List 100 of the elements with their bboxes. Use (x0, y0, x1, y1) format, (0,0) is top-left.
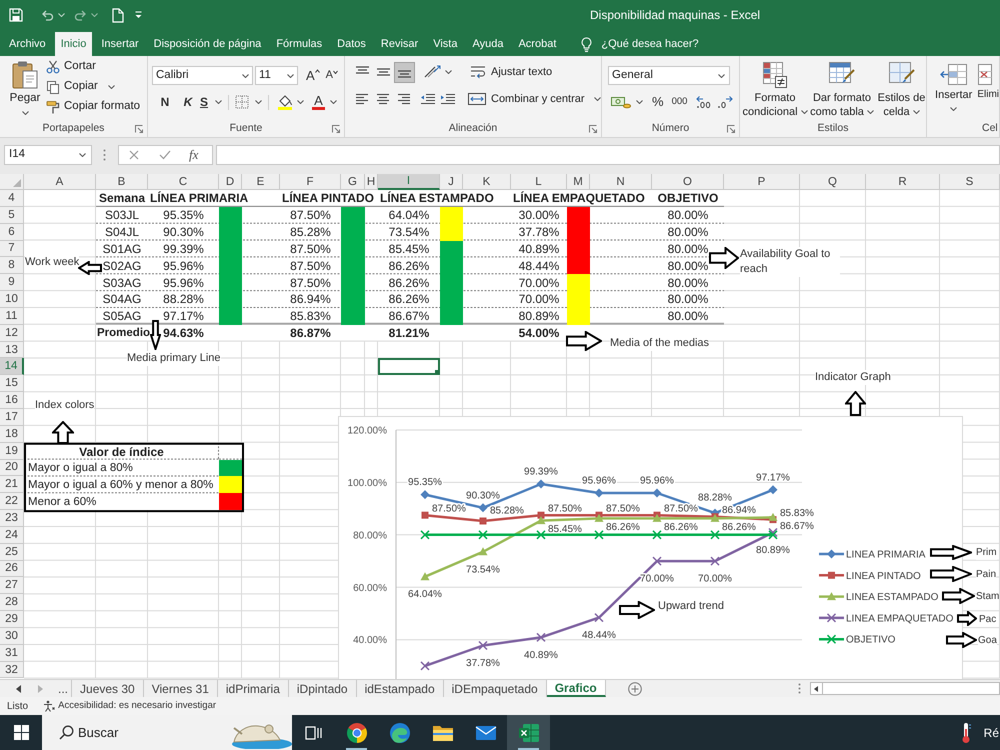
row-header[interactable]: 16 (0, 392, 24, 409)
column-header[interactable]: J (440, 174, 463, 190)
undo-icon[interactable] (40, 9, 54, 21)
underline-button[interactable]: S (200, 93, 222, 111)
ribbon-tab[interactable]: Disposición de página (148, 32, 268, 56)
borders-button[interactable] (235, 93, 262, 111)
row-header[interactable]: 9 (0, 274, 24, 292)
column-header[interactable]: O (652, 174, 724, 190)
bold-button[interactable]: N (156, 93, 174, 111)
paste-button[interactable]: Pegar (7, 56, 43, 120)
row-header[interactable]: 17 (0, 408, 24, 426)
row-header[interactable]: 5 (0, 206, 24, 224)
format-painter-button[interactable]: Copiar formato (46, 97, 140, 117)
formula-input[interactable] (216, 145, 1000, 165)
decrease-indent-icon[interactable] (420, 93, 436, 105)
cancel-icon[interactable] (129, 150, 139, 160)
merge-center-button[interactable]: Combinar y centrar (468, 89, 601, 109)
column-header[interactable]: Q (800, 174, 866, 190)
font-size-dropdown[interactable]: 11 (255, 66, 298, 85)
font-color-button[interactable]: A (312, 93, 338, 111)
row-header[interactable]: 29 (0, 611, 24, 628)
cut-button[interactable]: Cortar (46, 57, 140, 77)
column-header[interactable]: R (866, 174, 940, 190)
format-as-table-button[interactable]: Dar formato como tabla (808, 56, 876, 120)
row-header[interactable]: 12 (0, 324, 24, 342)
row-header[interactable]: 11 (0, 308, 24, 325)
dialog-launcher-icon[interactable] (135, 124, 143, 132)
row-header[interactable]: 13 (0, 342, 24, 358)
copy-button[interactable]: Copiar (46, 77, 140, 97)
row-header[interactable]: 14 (0, 358, 24, 376)
row-header[interactable]: 23 (0, 510, 24, 527)
column-header[interactable]: E (242, 174, 280, 190)
accounting-format-button[interactable] (611, 95, 643, 109)
ribbon-tab[interactable]: Insertar (95, 32, 145, 56)
italic-button[interactable]: K (179, 93, 197, 111)
dialog-launcher-icon[interactable] (332, 124, 340, 132)
align-right-icon[interactable] (397, 93, 411, 105)
column-header[interactable]: A (24, 174, 96, 190)
column-header[interactable]: P (724, 174, 800, 190)
dialog-launcher-icon[interactable] (727, 124, 735, 132)
row-header[interactable]: 10 (0, 291, 24, 308)
column-header[interactable]: L (511, 174, 567, 190)
selected-cell[interactable] (378, 358, 440, 376)
sheet-tab[interactable]: Grafico (546, 680, 606, 697)
column-header[interactable]: B (96, 174, 148, 190)
ribbon-tab[interactable]: Archivo (3, 32, 52, 56)
increase-indent-icon[interactable] (440, 93, 456, 105)
ribbon-tab[interactable]: Acrobat (512, 32, 562, 56)
cell-styles-button[interactable]: Estilos de celda (876, 56, 927, 120)
name-box[interactable]: I14 (4, 145, 92, 165)
row-header[interactable]: 22 (0, 493, 24, 510)
row-header[interactable]: 4 (0, 190, 24, 207)
row-header[interactable]: 19 (0, 442, 24, 460)
vertical-align-button[interactable] (394, 62, 415, 82)
ribbon-tab[interactable]: Ayuda (466, 32, 510, 56)
row-header[interactable]: 18 (0, 426, 24, 443)
grow-font-button[interactable]: A (306, 68, 320, 83)
ribbon-tab[interactable]: Revisar (374, 32, 424, 56)
dialog-launcher-icon[interactable] (589, 124, 597, 132)
column-header[interactable]: N (590, 174, 652, 190)
horizontal-scrollbar[interactable] (810, 682, 1000, 695)
scroll-left-icon[interactable] (16, 684, 21, 692)
column-header[interactable]: I (378, 174, 440, 190)
row-header[interactable]: 25 (0, 544, 24, 561)
insert-function-button[interactable]: fx (189, 147, 198, 163)
align-center-icon[interactable] (376, 93, 390, 105)
row-header[interactable]: 6 (0, 224, 24, 241)
fill-handle[interactable] (435, 370, 440, 376)
row-header[interactable]: 26 (0, 560, 24, 578)
ribbon-tab[interactable]: Datos (331, 32, 372, 56)
row-header[interactable]: 32 (0, 662, 24, 678)
shrink-font-button[interactable]: A (326, 68, 338, 83)
row-header[interactable]: 7 (0, 240, 24, 258)
scroll-left-icon[interactable] (814, 686, 818, 692)
wrap-text-button[interactable]: Ajustar texto (470, 62, 552, 82)
tell-me-button[interactable]: ¿Qué desea hacer? (581, 32, 699, 56)
font-name-dropdown[interactable]: Calibri (152, 66, 253, 85)
delete-cells-button[interactable]: Elimi (977, 56, 999, 120)
fill-color-button[interactable] (277, 93, 304, 111)
comma-style-button[interactable]: 000 (672, 94, 688, 110)
ribbon-tab[interactable]: Vista (427, 32, 464, 56)
search-field[interactable]: Buscar (78, 722, 188, 742)
row-header[interactable]: 27 (0, 577, 24, 594)
column-header[interactable]: F (280, 174, 341, 190)
column-header[interactable]: S (940, 174, 1000, 190)
increase-decimal-icon[interactable] (696, 95, 712, 109)
row-header[interactable]: 8 (0, 257, 24, 274)
row-header[interactable]: 24 (0, 526, 24, 544)
percent-style-button[interactable]: % (652, 92, 664, 112)
column-header[interactable]: C (148, 174, 219, 190)
column-header[interactable]: K (463, 174, 511, 190)
row-header[interactable]: 21 (0, 476, 24, 494)
row-header[interactable]: 28 (0, 594, 24, 612)
column-header[interactable]: M (567, 174, 590, 190)
row-header[interactable]: 31 (0, 644, 24, 662)
accessibility-button[interactable]: Accesibilidad: es necesario investigar (43, 698, 216, 714)
decrease-decimal-icon[interactable] (717, 95, 734, 109)
more-options-icon[interactable] (798, 683, 801, 694)
customize-menu-icon[interactable] (135, 11, 142, 19)
conditional-format-button[interactable]: Formato condicional (742, 56, 808, 120)
